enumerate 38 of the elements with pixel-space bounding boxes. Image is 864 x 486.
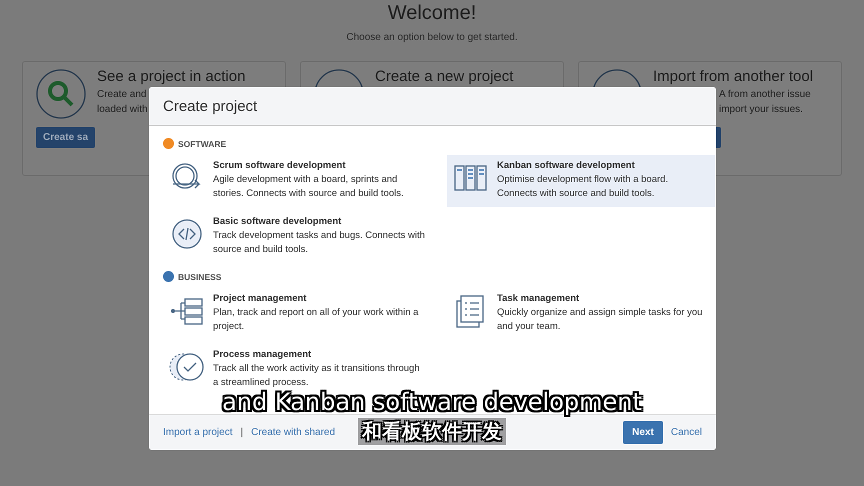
card-text: loaded with — [97, 104, 148, 115]
card-text: A from another issue — [719, 89, 811, 100]
create-button[interactable]: Create sa — [36, 127, 96, 148]
card-text: import your issues. — [719, 104, 803, 115]
item-title: Process management — [213, 349, 312, 360]
item-description: Optimise development flow with a board. Connects with source and build tools. — [497, 173, 670, 200]
item-description: Quickly organize and assign simple tasks for you and your team. — [497, 306, 704, 333]
card-title: Import from another tool — [653, 68, 814, 85]
search-icon — [35, 68, 87, 120]
video-subtitle: 和看板软件开发 — [358, 418, 506, 445]
project-type-item[interactable]: Scrum software development Agile development with a board, sprints and stories. Connects with source and build tools. — [163, 155, 431, 207]
project-type-item[interactable]: Project management Plan, track and report on all of your work within a project. — [163, 288, 431, 340]
item-title: Basic software development — [213, 216, 342, 227]
project-type-item[interactable]: Basic software development Track development tasks and bugs. Connects with source and build tools. — [163, 211, 431, 263]
footer-link[interactable]: Import a project — [163, 427, 232, 438]
next-button[interactable]: Next — [623, 421, 663, 444]
section-heading: BUSINESS — [178, 272, 222, 282]
card-title: Create a new project — [375, 68, 514, 85]
item-title: Project management — [213, 293, 308, 304]
item-description: Agile development with a board, sprints and stories. Connects with source and build tools. — [213, 173, 405, 200]
item-title: Kanban software development — [497, 160, 636, 171]
card-text: Create and — [97, 89, 146, 100]
item-description: Track all the work activity as it transitions through a streamlined process. — [213, 362, 421, 389]
card-title: See a project in action — [97, 68, 246, 85]
video-subtitle: and Kanban software development — [220, 388, 644, 416]
item-title: Task management — [497, 293, 580, 304]
item-description: Track development tasks and bugs. Connects with source and build tools. — [213, 229, 425, 256]
page-title: Welcome! — [388, 1, 476, 26]
item-title: Scrum software development — [213, 160, 347, 171]
separator: | — [240, 427, 244, 438]
project-type-item[interactable]: Task management Quickly organize and assign simple tasks for you and your team. — [447, 288, 715, 340]
cancel-link[interactable]: Cancel — [670, 427, 702, 438]
footer-link[interactable]: Create with shared — [251, 427, 336, 438]
project-type-item[interactable]: Kanban software development Optimise development flow with a board. Connects with source and build tools. — [447, 155, 715, 207]
item-description: Plan, track and report on all of your work within a project. — [213, 306, 420, 333]
page-subtitle: Choose an option below to get started. — [346, 32, 518, 43]
section-heading: SOFTWARE — [178, 138, 226, 148]
dialog-title: Create project — [163, 98, 258, 114]
